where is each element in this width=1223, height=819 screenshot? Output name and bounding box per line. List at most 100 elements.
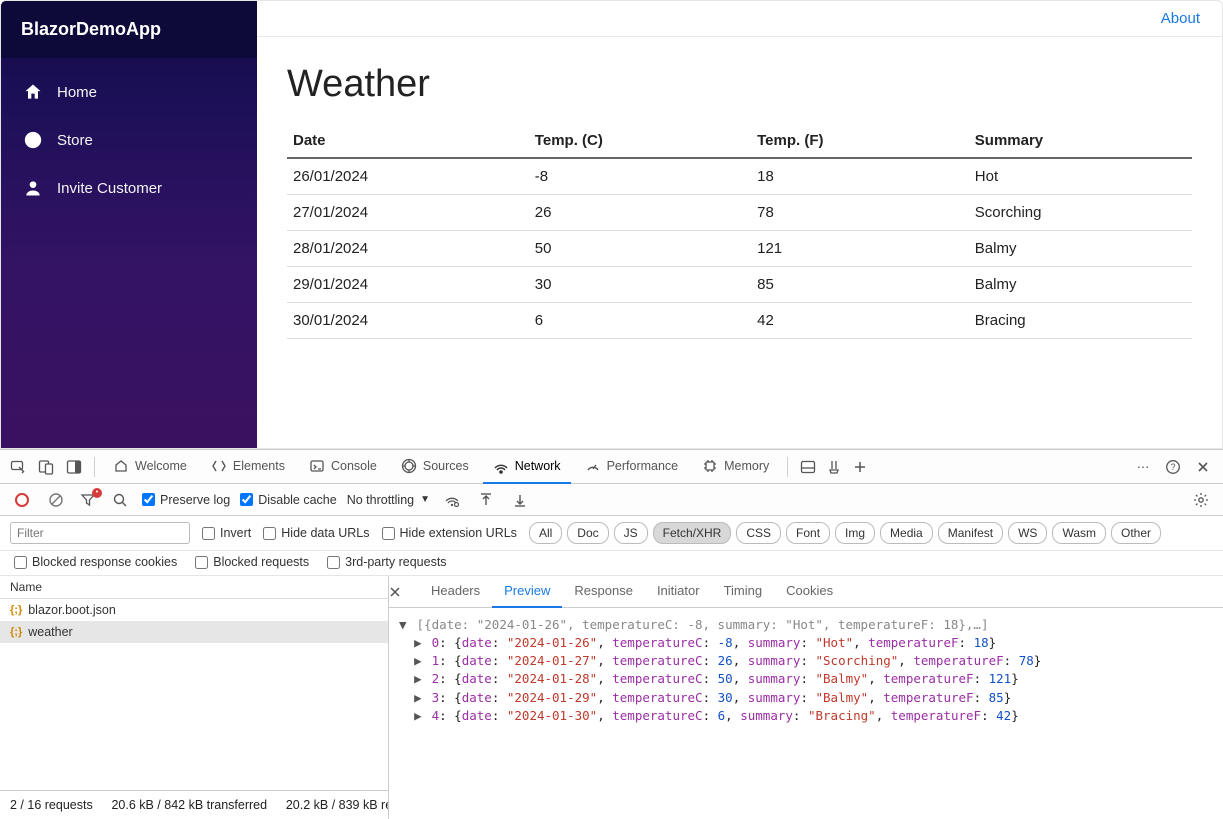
network-conditions-icon[interactable]	[440, 488, 464, 512]
network-settings-icon[interactable]	[1189, 488, 1213, 512]
search-icon[interactable]	[108, 488, 132, 512]
devtools-tabbar: WelcomeElementsConsoleSourcesNetworkPerf…	[0, 450, 1223, 484]
blocked-requests-checkbox[interactable]: Blocked requests	[195, 555, 309, 569]
third-party-checkbox[interactable]: 3rd-party requests	[327, 555, 446, 569]
table-cell: Balmy	[969, 231, 1192, 267]
type-pill-wasm[interactable]: Wasm	[1052, 522, 1106, 544]
response-preview[interactable]: ▼ [{date: "2024-01-26", temperatureC: -8…	[389, 608, 1223, 819]
nav-label: Home	[57, 84, 97, 101]
nav-item-home[interactable]: Home	[1, 68, 257, 116]
svg-text:?: ?	[1170, 462, 1175, 472]
devtools-tab-elements[interactable]: Elements	[201, 450, 295, 484]
dock-side-icon[interactable]	[62, 455, 86, 479]
network-toolbar: • Preserve log Disable cache No throttli…	[0, 484, 1223, 516]
type-pill-all[interactable]: All	[529, 522, 562, 544]
inspect-icon[interactable]	[6, 455, 30, 479]
devtools-tab-console[interactable]: Console	[299, 450, 387, 484]
request-detail: HeadersPreviewResponseInitiatorTimingCoo…	[389, 576, 1223, 819]
import-har-icon[interactable]	[474, 488, 498, 512]
disable-cache-checkbox[interactable]: Disable cache	[240, 493, 337, 507]
devtools-tab-welcome[interactable]: Welcome	[103, 450, 197, 484]
table-cell: 50	[529, 231, 751, 267]
nav-label: Store	[57, 132, 93, 149]
person-icon	[23, 178, 43, 198]
home-icon	[23, 82, 43, 102]
table-header: Temp. (F)	[751, 124, 969, 158]
table-cell: 18	[751, 158, 969, 195]
type-pill-other[interactable]: Other	[1111, 522, 1161, 544]
request-row[interactable]: {;}blazor.boot.json	[0, 599, 388, 621]
devtools-tab-sources[interactable]: Sources	[391, 450, 479, 484]
device-toggle-icon[interactable]	[34, 455, 58, 479]
table-cell: -8	[529, 158, 751, 195]
weather-page: Weather DateTemp. (C)Temp. (F)Summary 26…	[257, 37, 1222, 359]
type-pill-font[interactable]: Font	[786, 522, 830, 544]
network-body: Name {;}blazor.boot.json{;}weather 2 / 1…	[0, 576, 1223, 819]
invert-checkbox[interactable]: Invert	[202, 526, 251, 540]
detail-tab-preview[interactable]: Preview	[492, 576, 562, 608]
table-cell: 27/01/2024	[287, 195, 529, 231]
about-link[interactable]: About	[1161, 10, 1200, 27]
detail-tab-cookies[interactable]: Cookies	[774, 576, 845, 608]
filter-toggle-icon[interactable]: •	[78, 490, 98, 510]
blocked-cookies-checkbox[interactable]: Blocked response cookies	[14, 555, 177, 569]
type-pill-img[interactable]: Img	[835, 522, 875, 544]
nav-item-invite-customer[interactable]: Invite Customer	[1, 164, 257, 212]
devtools-tab-performance[interactable]: Performance	[575, 450, 689, 484]
devtools-tab-network[interactable]: Network	[483, 450, 571, 484]
close-devtools-icon[interactable]	[1191, 455, 1215, 479]
drawer-toggle-icon[interactable]	[796, 455, 820, 479]
detail-tab-timing[interactable]: Timing	[712, 576, 775, 608]
type-pill-css[interactable]: CSS	[736, 522, 781, 544]
table-cell: 85	[751, 267, 969, 303]
table-cell: 121	[751, 231, 969, 267]
table-row: 29/01/20243085Balmy	[287, 267, 1192, 303]
help-icon[interactable]: ?	[1161, 455, 1185, 479]
hide-extension-urls-checkbox[interactable]: Hide extension URLs	[382, 526, 517, 540]
issues-icon[interactable]	[822, 455, 846, 479]
globe-icon	[23, 130, 43, 150]
top-bar: About	[257, 1, 1222, 37]
type-pill-doc[interactable]: Doc	[567, 522, 608, 544]
more-icon[interactable]: ⋯	[1131, 455, 1155, 479]
detail-tab-response[interactable]: Response	[562, 576, 645, 608]
export-har-icon[interactable]	[508, 488, 532, 512]
table-cell: Hot	[969, 158, 1192, 195]
table-cell: Balmy	[969, 267, 1192, 303]
table-cell: 28/01/2024	[287, 231, 529, 267]
add-tab-icon[interactable]	[848, 455, 872, 479]
request-row[interactable]: {;}weather	[0, 621, 388, 643]
detail-tab-headers[interactable]: Headers	[419, 576, 492, 608]
table-row: 28/01/202450121Balmy	[287, 231, 1192, 267]
clear-icon[interactable]	[44, 488, 68, 512]
table-cell: Scorching	[969, 195, 1192, 231]
type-pill-js[interactable]: JS	[614, 522, 648, 544]
table-cell: 78	[751, 195, 969, 231]
type-pill-manifest[interactable]: Manifest	[938, 522, 1003, 544]
detail-tab-initiator[interactable]: Initiator	[645, 576, 712, 608]
table-cell: 26	[529, 195, 751, 231]
throttling-select[interactable]: No throttling▼	[347, 493, 430, 507]
type-pill-ws[interactable]: WS	[1008, 522, 1047, 544]
table-header: Temp. (C)	[529, 124, 751, 158]
table-cell: 30/01/2024	[287, 303, 529, 339]
table-cell: 30	[529, 267, 751, 303]
detail-tabs: HeadersPreviewResponseInitiatorTimingCoo…	[389, 576, 1223, 608]
table-row: 30/01/2024642Bracing	[287, 303, 1192, 339]
filter-input[interactable]	[10, 522, 190, 544]
type-pill-media[interactable]: Media	[880, 522, 933, 544]
weather-table: DateTemp. (C)Temp. (F)Summary 26/01/2024…	[287, 124, 1192, 339]
hide-data-urls-checkbox[interactable]: Hide data URLs	[263, 526, 369, 540]
table-cell: 26/01/2024	[287, 158, 529, 195]
close-detail-icon[interactable]	[389, 586, 419, 598]
table-row: 26/01/2024-818Hot	[287, 158, 1192, 195]
table-cell: 42	[751, 303, 969, 339]
devtools-tab-memory[interactable]: Memory	[692, 450, 779, 484]
network-filterbar: Invert Hide data URLs Hide extension URL…	[0, 516, 1223, 551]
nav-item-store[interactable]: Store	[1, 116, 257, 164]
json-icon: {;}	[10, 626, 22, 638]
record-button[interactable]	[10, 488, 34, 512]
preserve-log-checkbox[interactable]: Preserve log	[142, 493, 230, 507]
type-pill-fetchxhr[interactable]: Fetch/XHR	[653, 522, 732, 544]
request-list-header: Name	[0, 576, 388, 599]
